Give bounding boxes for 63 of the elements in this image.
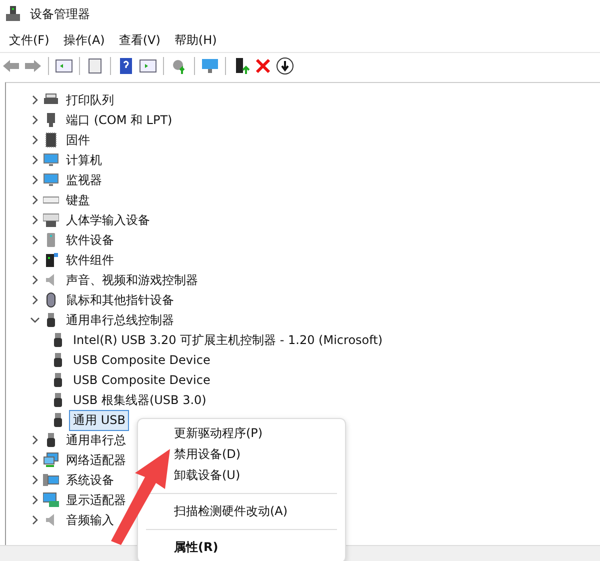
tree-item[interactable]: 网络适配器	[62, 450, 130, 470]
chevron-right-icon[interactable]	[30, 115, 40, 125]
context-menu-item[interactable]: 禁用设备(D)	[138, 444, 345, 465]
tree-item[interactable]: 软件组件	[62, 250, 118, 270]
close-icon[interactable]	[254, 56, 272, 74]
chevron-right-icon[interactable]	[30, 95, 40, 105]
tree-item[interactable]: USB Composite Device	[69, 351, 214, 369]
help-icon[interactable]	[117, 56, 135, 74]
chevron-right-icon[interactable]	[30, 135, 40, 145]
chip-icon	[43, 132, 59, 148]
computer-icon	[43, 152, 59, 168]
menu-item[interactable]: 查看(V)	[112, 32, 168, 48]
context-menu-item[interactable]: 属性(R)	[138, 537, 345, 558]
tree-item[interactable]: 鼠标和其他指针设备	[62, 290, 178, 310]
chevron-down-icon[interactable]	[30, 315, 40, 325]
tree-item[interactable]: 人体学输入设备	[62, 210, 154, 230]
display-adapter-icon	[43, 492, 59, 508]
tree-item[interactable]: USB 根集线器(USB 3.0)	[69, 390, 210, 410]
download-icon[interactable]	[276, 56, 294, 74]
chevron-right-icon[interactable]	[30, 235, 40, 245]
context-menu-item[interactable]: 更新驱动程序(P)	[138, 423, 345, 444]
chevron-right-icon[interactable]	[30, 255, 40, 265]
tree-item[interactable]: 固件	[62, 130, 94, 150]
context-menu-item[interactable]: 卸载设备(U)	[138, 465, 345, 486]
network-icon	[43, 452, 59, 468]
chevron-right-icon[interactable]	[30, 495, 40, 505]
component-icon	[43, 252, 59, 268]
tree-item[interactable]: 通用串行总	[62, 430, 130, 450]
chevron-right-icon[interactable]	[30, 155, 40, 165]
tree-item[interactable]: 显示适配器	[62, 490, 130, 510]
tree-item[interactable]: 通用串行总线控制器	[62, 310, 178, 330]
chevron-right-icon[interactable]	[30, 435, 40, 445]
chevron-right-icon[interactable]	[30, 515, 40, 525]
tree-item[interactable]: 监视器	[62, 170, 106, 190]
chevron-right-icon[interactable]	[30, 215, 40, 225]
tree-item[interactable]: 通用 USB	[69, 410, 130, 430]
tree-item[interactable]: 端口 (COM 和 LPT)	[62, 110, 176, 130]
tree-item[interactable]: 计算机	[62, 150, 106, 170]
tree-item[interactable]: 打印队列	[62, 90, 118, 110]
window-pane-icon[interactable]	[139, 56, 157, 74]
chevron-right-icon[interactable]	[30, 175, 40, 185]
chevron-right-icon[interactable]	[30, 295, 40, 305]
menu-item[interactable]: 文件(F)	[2, 32, 56, 48]
menu-item[interactable]: 帮助(H)	[167, 32, 224, 48]
tree-item[interactable]: 声音、视频和游戏控制器	[62, 270, 202, 290]
tree-item[interactable]: Intel(R) USB 3.20 可扩展主机控制器 - 1.20 (Microsoft)	[69, 330, 387, 350]
chevron-right-icon[interactable]	[30, 195, 40, 205]
tree-item[interactable]: USB Composite Device	[69, 371, 214, 389]
tree-item[interactable]: 软件设备	[62, 230, 118, 250]
chevron-right-icon[interactable]	[30, 475, 40, 485]
chevron-right-icon[interactable]	[30, 455, 40, 465]
context-menu-item[interactable]: 扫描检测硬件改动(A)	[138, 501, 345, 522]
scan-monitor-icon[interactable]	[201, 56, 219, 74]
tree-item[interactable]: 键盘	[62, 190, 94, 210]
window-pane-icon[interactable]	[55, 56, 73, 74]
tree-item[interactable]: 系统设备	[62, 470, 118, 490]
system-icon	[43, 472, 59, 488]
tree-item[interactable]: 音频输入	[62, 510, 118, 530]
chevron-right-icon[interactable]	[30, 275, 40, 285]
device-manager-icon	[6, 6, 20, 22]
window-title: 设备管理器	[30, 6, 90, 22]
menu-item[interactable]: 操作(A)	[56, 32, 112, 48]
monitor-icon	[43, 172, 59, 188]
